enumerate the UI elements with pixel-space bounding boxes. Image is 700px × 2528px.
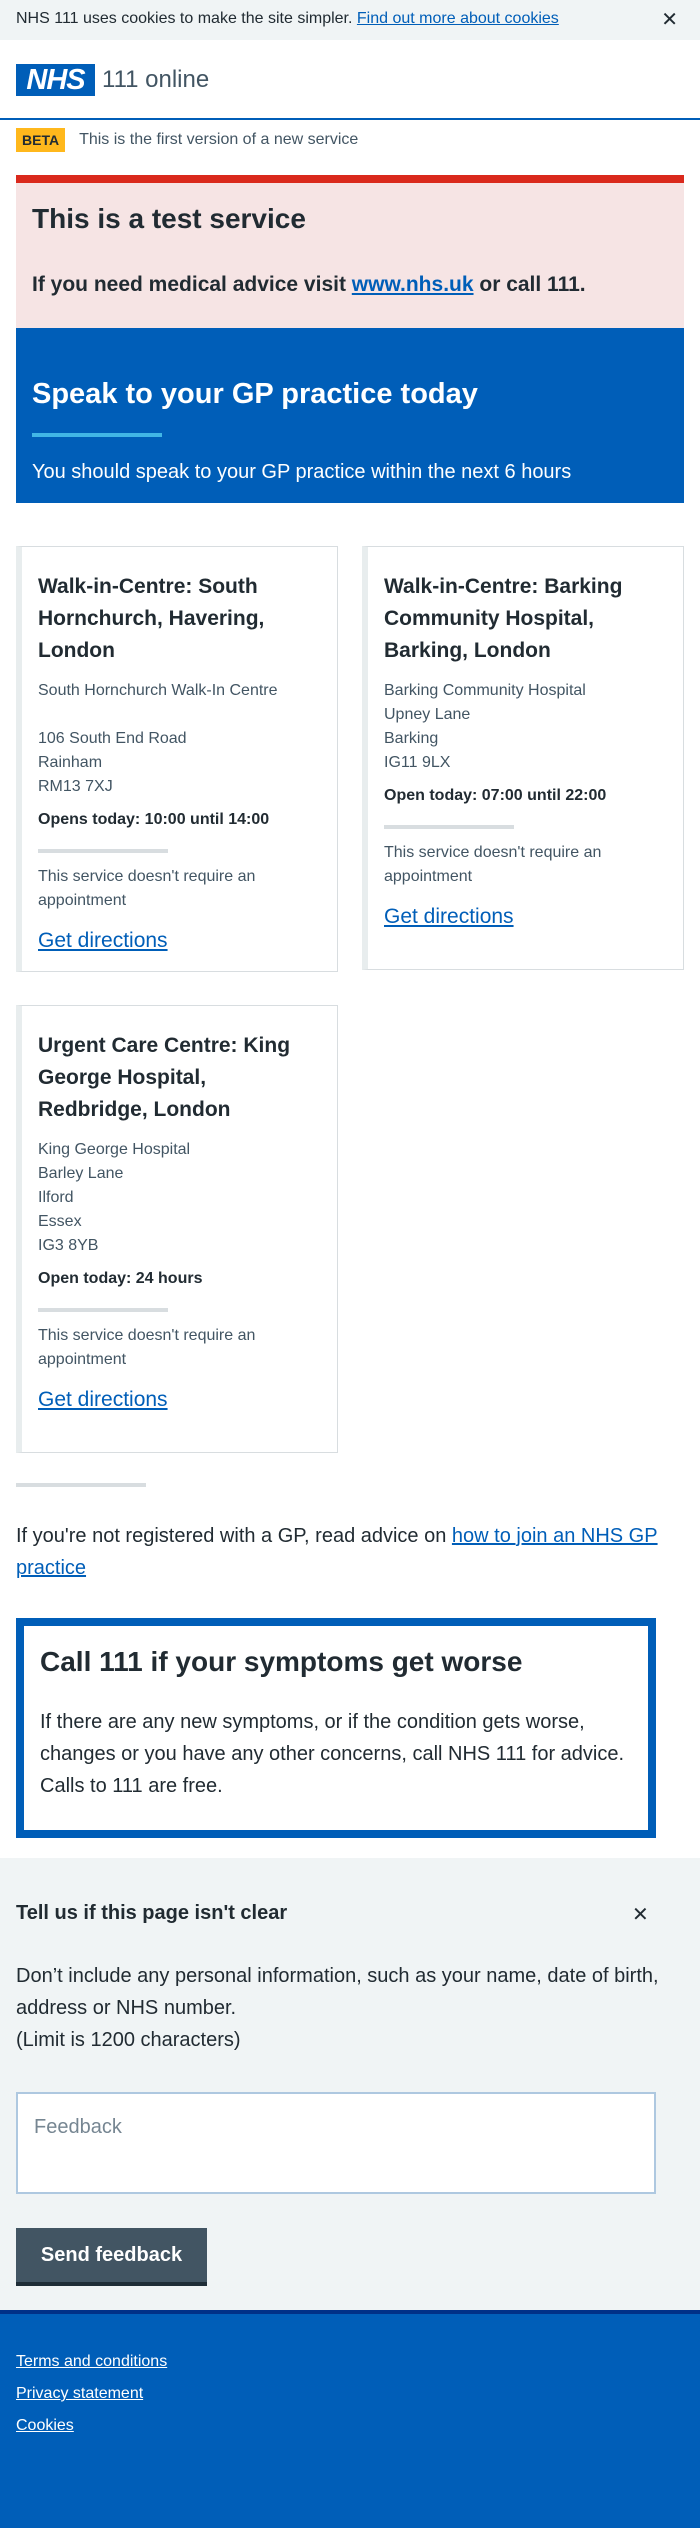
test-text-after: or call 111. xyxy=(473,273,586,296)
address-line: Barking Community Hospital xyxy=(384,682,586,699)
card-divider xyxy=(384,825,514,829)
address-line: Barley Lane xyxy=(38,1165,124,1182)
opening-hours: Opens today: 10:00 until 14:00 xyxy=(38,811,270,828)
opening-hours: Open today: 07:00 until 22:00 xyxy=(384,787,607,804)
address-line xyxy=(38,703,321,727)
site-header: NHS 111 online xyxy=(0,40,700,120)
test-text-before: If you need medical advice visit xyxy=(32,273,352,296)
cookie-text: NHS 111 uses cookies to make the site si… xyxy=(16,10,353,27)
address-line: Rainham xyxy=(38,754,103,771)
address-line: IG11 9LX xyxy=(384,754,451,771)
site-footer: Terms and conditions Privacy statement C… xyxy=(0,2310,700,2528)
address-line: IG3 8YB xyxy=(38,1237,99,1254)
address-line: Upney Lane xyxy=(384,706,471,723)
service-card: Walk-in-Centre: South Hornchurch, Haveri… xyxy=(16,546,338,972)
call-111-text: If there are any new symptoms, or if the… xyxy=(40,1711,625,1797)
address-line: Ilford xyxy=(38,1189,74,1206)
address-line: Barking xyxy=(384,730,439,747)
footer-item: Privacy statement xyxy=(16,2378,684,2410)
address-line: Essex xyxy=(38,1213,82,1230)
call-111-callout: Call 111 if your symptoms get worse If t… xyxy=(16,1618,656,1838)
cookies-link[interactable]: Cookies xyxy=(16,2417,74,2434)
service-title: Urgent Care Centre: King George Hospital… xyxy=(38,1034,291,1121)
call-111-title: Call 111 if your symptoms get worse xyxy=(40,1646,523,1677)
opening-hours: Open today: 24 hours xyxy=(38,1270,203,1287)
appointment-info: This service doesn't require an appointm… xyxy=(38,868,256,909)
address-line: 106 South End Road xyxy=(38,730,187,747)
disposition-hero: Speak to your GP practice today You shou… xyxy=(16,328,684,503)
feedback-limit: (Limit is 1200 characters) xyxy=(16,2029,241,2051)
test-text: If you need medical advice visit www.nhs… xyxy=(32,273,668,297)
feedback-panel: Tell us if this page isn't clear ✕ Don’t… xyxy=(0,1858,700,2310)
send-feedback-button[interactable]: Send feedback xyxy=(16,2228,207,2286)
test-service-warning: This is a test service If you need medic… xyxy=(16,175,684,328)
terms-link[interactable]: Terms and conditions xyxy=(16,2353,167,2370)
cookie-banner: NHS 111 uses cookies to make the site si… xyxy=(0,0,700,40)
footer-links: Terms and conditions Privacy statement C… xyxy=(0,2314,700,2474)
get-directions-link[interactable]: Get directions xyxy=(38,929,321,953)
service-address: South Hornchurch Walk-In Centre 106 Sout… xyxy=(38,679,321,799)
page-title: Speak to your GP practice today xyxy=(32,378,478,410)
hero-subtitle: You should speak to your GP practice wit… xyxy=(32,461,572,483)
cookie-info-link[interactable]: Find out more about cookies xyxy=(357,10,559,27)
feedback-warning: Don’t include any personal information, … xyxy=(16,1965,659,2019)
address-line: RM13 7XJ xyxy=(38,778,113,795)
privacy-link[interactable]: Privacy statement xyxy=(16,2385,143,2402)
service-card: Walk-in-Centre: Barking Community Hospit… xyxy=(362,546,684,970)
footer-item: Terms and conditions xyxy=(16,2346,684,2378)
service-name[interactable]: 111 online xyxy=(102,66,209,94)
get-directions-link[interactable]: Get directions xyxy=(38,1388,321,1412)
beta-text: This is the first version of a new servi… xyxy=(79,131,359,148)
card-divider xyxy=(38,1308,168,1312)
address-line: King George Hospital xyxy=(38,1141,191,1158)
appointment-info: This service doesn't require an appointm… xyxy=(38,1327,256,1368)
gp-registration-info: If you're not registered with a GP, read… xyxy=(16,1520,684,1584)
service-card: Urgent Care Centre: King George Hospital… xyxy=(16,1005,338,1453)
feedback-info: Don’t include any personal information, … xyxy=(16,1960,676,2056)
feedback-input[interactable] xyxy=(16,2092,656,2194)
service-address: Barking Community Hospital Upney Lane Ba… xyxy=(384,679,667,775)
service-address: King George Hospital Barley Lane Ilford … xyxy=(38,1138,321,1258)
service-title: Walk-in-Centre: Barking Community Hospit… xyxy=(384,575,623,662)
section-divider xyxy=(16,1483,146,1487)
get-directions-link[interactable]: Get directions xyxy=(384,905,667,929)
appointment-info: This service doesn't require an appointm… xyxy=(384,844,602,885)
feedback-title: Tell us if this page isn't clear xyxy=(16,1902,288,1924)
nhs-logo[interactable]: NHS xyxy=(16,64,95,96)
cookie-close-icon[interactable]: ✕ xyxy=(661,7,678,32)
hero-divider xyxy=(32,433,162,437)
gp-info-text: If you're not registered with a GP, read… xyxy=(16,1525,452,1547)
address-line: South Hornchurch Walk-In Centre xyxy=(38,682,278,699)
feedback-close-icon[interactable]: ✕ xyxy=(632,1902,649,1927)
footer-item: Cookies xyxy=(16,2410,684,2442)
test-title: This is a test service xyxy=(32,203,306,234)
beta-tag: BETA xyxy=(16,128,66,152)
beta-banner: BETA This is the first version of a new … xyxy=(16,126,358,154)
card-divider xyxy=(38,849,168,853)
nhs-uk-link[interactable]: www.nhs.uk xyxy=(352,273,474,296)
service-title: Walk-in-Centre: South Hornchurch, Haveri… xyxy=(38,575,265,662)
